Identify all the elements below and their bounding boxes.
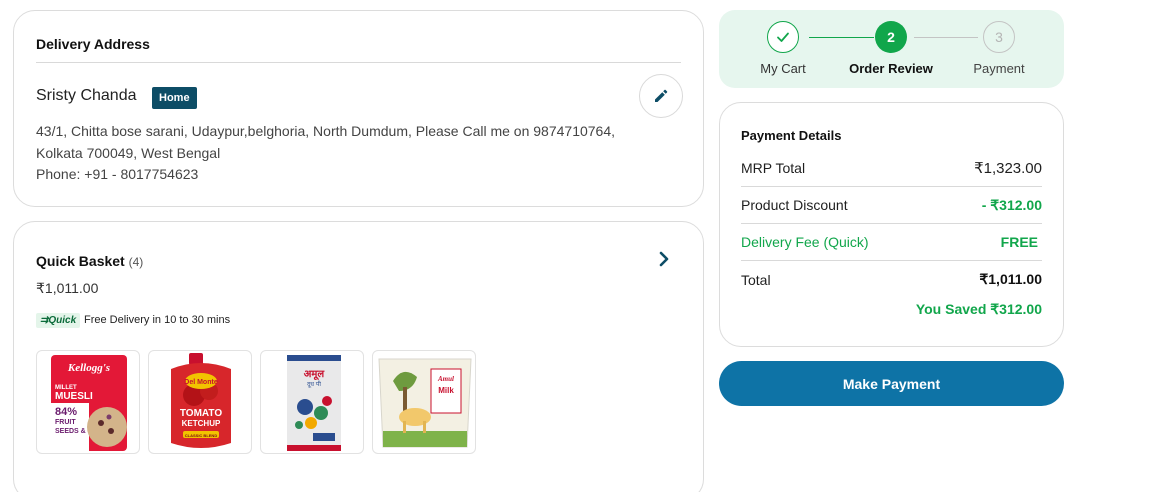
product-discount-row: Product Discount - ₹312.00	[741, 187, 1042, 224]
delivery-address-heading: Delivery Address	[36, 36, 150, 52]
product-discount-value: - ₹312.00	[981, 196, 1042, 213]
savings-text: You Saved ₹312.00	[915, 301, 1042, 317]
edit-address-button[interactable]	[639, 74, 683, 118]
muesli-line-4: FRUIT	[55, 419, 76, 426]
milk-powder-brand-text: अमूल	[304, 369, 326, 381]
total-value: ₹1,011.00	[979, 271, 1042, 287]
step-label-payment: Payment	[973, 61, 1025, 76]
mrp-total-value: ₹1,323.00	[974, 160, 1042, 177]
delivery-fee-value: FREE	[1000, 234, 1038, 250]
chevron-right-icon[interactable]	[654, 248, 674, 270]
stepper-line-complete	[809, 37, 874, 38]
phone-number: Phone: +91 - 8017754623	[36, 166, 199, 182]
step-1-circle[interactable]	[767, 21, 799, 53]
pencil-icon	[655, 89, 668, 102]
address-type-badge: Home	[152, 87, 197, 109]
milk-pouch-brand-text: Amul	[437, 375, 454, 383]
checkout-stepper: 2 3 My Cart Order Review Payment	[719, 10, 1064, 88]
quick-basket-card: Quick Basket (4) ₹1,011.00 ⇉Quick Free D…	[13, 221, 704, 492]
make-payment-button[interactable]: Make Payment	[719, 361, 1064, 406]
quick-delivery-tag: ⇉Quick	[36, 313, 81, 328]
recipient-name: Sristy Chanda	[36, 87, 137, 104]
basket-title-text: Quick Basket	[36, 253, 125, 269]
step-2-circle: 2	[875, 21, 907, 53]
product-thumbnail-milk-pouch[interactable]: Amul Milk	[372, 350, 476, 454]
product-discount-label: Product Discount	[741, 197, 848, 213]
address-line-1: 43/1, Chitta bose sarani, Udaypur,belgho…	[36, 123, 616, 139]
delivery-fee-label: Delivery Fee (Quick)	[741, 234, 869, 250]
step-label-my-cart[interactable]: My Cart	[733, 61, 833, 76]
delivery-message: Free Delivery in 10 to 30 mins	[84, 314, 231, 326]
product-thumbnail-ketchup[interactable]: Del Monte TOMATO KETCHUP CLASSIC BLEND	[148, 350, 252, 454]
total-label: Total	[741, 271, 771, 288]
ketchup-line-1: TOMATO	[180, 408, 222, 419]
product-thumbnail-milk-powder[interactable]: अमूल दूध पी	[260, 350, 364, 454]
delivery-fee-row: Delivery Fee (Quick) FREE	[741, 224, 1042, 261]
ketchup-brand-text: Del Monte	[184, 379, 218, 386]
total-row: Total ₹1,011.00	[741, 261, 1042, 298]
muesli-brand-text: Kellogg's	[67, 362, 110, 374]
payment-details-card: Payment Details MRP Total ₹1,323.00 Prod…	[719, 102, 1064, 347]
ketchup-line-3: CLASSIC BLEND	[185, 433, 218, 438]
muesli-line-5: SEEDS &	[55, 428, 86, 435]
ketchup-line-2: KETCHUP	[182, 419, 221, 428]
product-thumbnail-muesli[interactable]: Kellogg's MILLET MUESLI 84% FRUIT SEEDS …	[36, 350, 140, 454]
divider	[36, 62, 681, 63]
step-label-order-review: Order Review	[849, 61, 933, 76]
muesli-line-3: 84%	[55, 406, 77, 418]
basket-item-count: (4)	[128, 255, 144, 269]
delivery-address-card: Delivery Address Sristy Chanda Home 43/1…	[13, 10, 704, 207]
basket-amount: ₹1,011.00	[36, 280, 99, 296]
quick-tag-text: Quick	[48, 315, 77, 326]
address-line-2: Kolkata 700049, West Bengal	[36, 145, 221, 161]
checkmark-icon	[777, 32, 789, 42]
step-3-circle: 3	[983, 21, 1015, 53]
mrp-total-row: MRP Total ₹1,323.00	[741, 150, 1042, 187]
milk-pouch-line-1: Milk	[438, 386, 454, 395]
stepper-line-pending	[914, 37, 978, 38]
payment-details-heading: Payment Details	[741, 128, 842, 143]
basket-title: Quick Basket (4)	[36, 253, 143, 269]
milk-powder-line-1: दूध पी	[307, 380, 321, 388]
muesli-line-2: MUESLI	[55, 391, 93, 402]
mrp-total-label: MRP Total	[741, 160, 806, 176]
